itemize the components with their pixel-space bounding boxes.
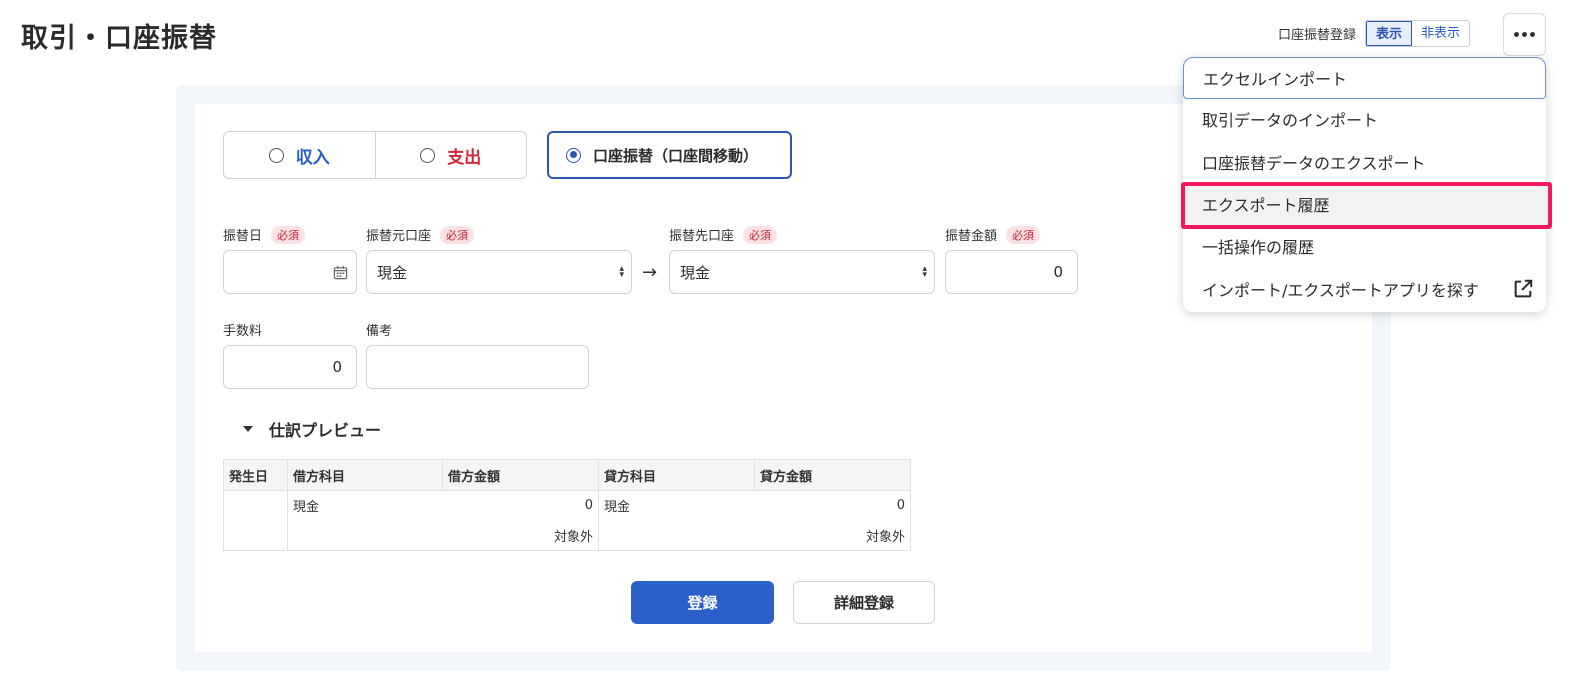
page-title: 取引・口座振替	[21, 23, 217, 54]
menu-item-bulk-history[interactable]: 一括操作の履歴	[1183, 225, 1546, 267]
external-link-icon	[1514, 279, 1533, 298]
show-toggle-button[interactable]: 表示	[1366, 21, 1413, 46]
required-badge: 必須	[271, 225, 306, 244]
calendar-icon	[333, 265, 348, 279]
radio-checked-icon	[566, 147, 581, 163]
required-badge: 必須	[743, 225, 778, 244]
to-account-label: 振替先口座 必須	[669, 225, 778, 244]
radio-unchecked-icon	[420, 147, 436, 163]
arrow-right-icon: →	[642, 262, 658, 283]
column-header: 貸方金額	[754, 459, 911, 491]
income-expense-radio-group: 収入 支出	[223, 131, 527, 179]
cell-credit-account: 現金	[598, 490, 755, 521]
transfer-date-input[interactable]	[223, 250, 357, 294]
cell-debit-account: 現金	[287, 490, 443, 521]
transfer-toggle-area: 口座振替登録 表示 非表示	[1278, 20, 1471, 47]
register-button[interactable]: 登録	[631, 581, 774, 624]
cell-credit-amount: 0	[754, 490, 911, 521]
table-row: 現金 0 現金 0	[223, 490, 911, 551]
amount-input[interactable]: 0	[945, 250, 1078, 294]
to-account-select[interactable]: 現金 ▴ ▾	[669, 250, 935, 294]
table-header-row: 発生日 借方科目 借方金額 貸方科目 貸方金額	[223, 459, 911, 491]
journal-preview-table: 発生日 借方科目 借方金額 貸方科目 貸方金額 現金 0 現金 0 対象外 対象…	[223, 459, 911, 551]
menu-item-transfer-export[interactable]: 口座振替データのエクスポート	[1183, 141, 1546, 183]
transfer-date-label: 振替日 必須	[223, 225, 306, 244]
radio-income[interactable]: 収入	[224, 132, 375, 178]
radio-expense[interactable]: 支出	[374, 132, 527, 178]
table-row: 対象外 対象外	[224, 520, 911, 551]
column-header: 借方科目	[287, 459, 443, 491]
select-arrows-icon: ▴ ▾	[922, 264, 927, 280]
menu-item-excel-import[interactable]: エクセルインポート	[1183, 57, 1546, 99]
cell-credit-note: 対象外	[754, 520, 911, 551]
required-badge: 必須	[1006, 225, 1041, 244]
required-badge: 必須	[440, 225, 475, 244]
select-arrows-icon: ▴ ▾	[619, 264, 624, 280]
column-header: 借方金額	[442, 459, 599, 491]
column-header: 発生日	[223, 459, 288, 491]
from-account-select[interactable]: 現金 ▴ ▾	[366, 250, 632, 294]
more-menu-button[interactable]	[1503, 13, 1546, 56]
caret-down-icon	[243, 426, 253, 432]
highlight-frame	[1181, 182, 1552, 229]
transfer-toggle-label: 口座振替登録	[1278, 28, 1357, 43]
more-horizontal-icon	[1514, 32, 1519, 37]
journal-preview-toggle[interactable]: 仕訳プレビュー	[243, 417, 381, 441]
fee-input[interactable]: 0	[223, 345, 357, 389]
detail-register-button[interactable]: 詳細登録	[793, 581, 935, 624]
from-account-label: 振替元口座 必須	[366, 225, 475, 244]
cell-debit-note: 対象外	[442, 520, 599, 551]
memo-label: 備考	[366, 324, 393, 339]
hide-toggle-button[interactable]: 非表示	[1412, 21, 1470, 46]
column-header: 貸方科目	[598, 459, 755, 491]
radio-unchecked-icon	[268, 147, 284, 163]
menu-item-find-apps[interactable]: インポート/エクスポートアプリを探す	[1183, 268, 1546, 310]
menu-item-transaction-import[interactable]: 取引データのインポート	[1183, 98, 1546, 140]
amount-label: 振替金額 必須	[945, 225, 1041, 244]
cell-debit-amount: 0	[442, 490, 599, 521]
fee-label: 手数料	[223, 324, 263, 339]
radio-transfer[interactable]: 口座振替（口座間移動）	[547, 131, 792, 179]
cell-date	[223, 490, 288, 551]
transfer-toggle-group: 表示 非表示	[1365, 20, 1471, 47]
memo-input[interactable]	[366, 345, 589, 389]
